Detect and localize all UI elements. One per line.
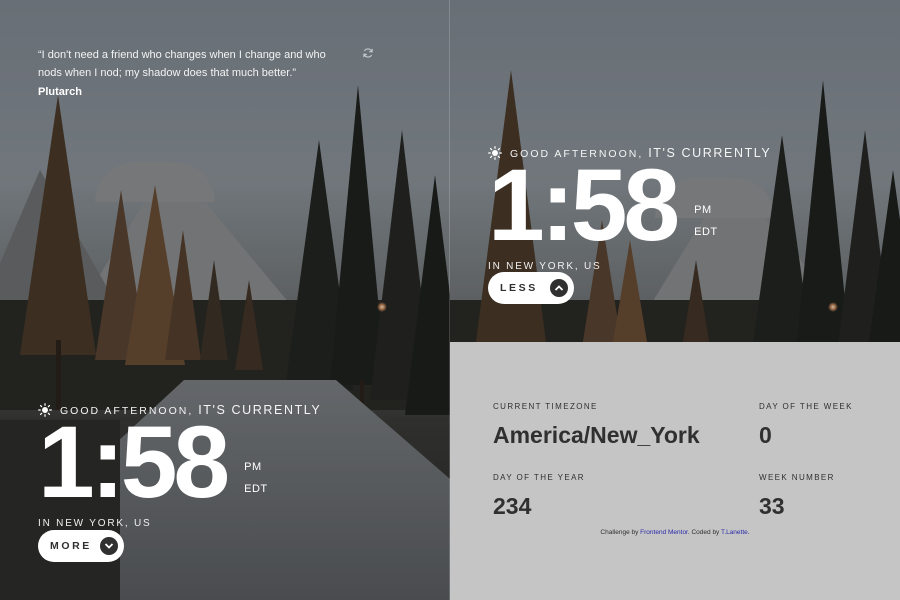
quote-author: Plutarch <box>38 86 83 98</box>
location-text: IN NEW YORK, US <box>38 518 152 529</box>
day-of-year-value: 234 <box>493 493 532 519</box>
timezone-abbr: EDT <box>694 226 718 238</box>
clock-block: GOOD AFTERNOON, IT'S CURRENTLY 1:58 PM E… <box>38 402 321 529</box>
credit-suffix: . <box>747 529 750 536</box>
chevron-up-icon <box>550 279 568 297</box>
day-of-week-value: 0 <box>759 422 772 448</box>
clock-view-expanded: GOOD AFTERNOON, IT'S CURRENTLY 1:58 PM E… <box>450 0 900 600</box>
time-row: 1:58 PM EDT <box>38 405 321 519</box>
author-link[interactable]: T.Lanette <box>721 529 748 536</box>
timezone-abbr: EDT <box>244 483 268 495</box>
more-button-label: MORE <box>50 540 92 552</box>
clock-block: GOOD AFTERNOON, IT'S CURRENTLY 1:58 PM E… <box>488 145 771 272</box>
period-label: PM <box>694 204 712 216</box>
time-row: 1:58 PM EDT <box>488 148 771 262</box>
credit-middle: . Coded by <box>687 529 720 536</box>
location-text: IN NEW YORK, US <box>488 261 602 272</box>
more-button[interactable]: MORE <box>38 530 124 562</box>
less-button-label: LESS <box>500 282 538 294</box>
day-of-year-label: DAY OF THE YEAR <box>493 473 585 482</box>
time-display: 1:58 <box>488 148 680 262</box>
timezone-value: America/New_York <box>493 422 700 448</box>
clock-view-collapsed: “I don't need a friend who changes when … <box>0 0 450 600</box>
frontend-mentor-link[interactable]: Frontend Mentor <box>640 529 688 536</box>
time-meta: PM EDT <box>244 456 268 500</box>
week-number-value: 33 <box>759 493 785 519</box>
chevron-down-icon <box>100 537 118 555</box>
time-display: 1:58 <box>38 405 230 519</box>
quote-block: “I don't need a friend who changes when … <box>38 46 348 98</box>
credit-prefix: Challenge by <box>600 529 639 536</box>
refresh-icon[interactable] <box>362 47 374 59</box>
time-meta: PM EDT <box>694 199 718 243</box>
period-label: PM <box>244 461 262 473</box>
attribution: Challenge by Frontend Mentor. Coded by T… <box>450 529 900 536</box>
day-of-week-label: DAY OF THE WEEK <box>759 402 853 411</box>
less-button[interactable]: LESS <box>488 272 574 304</box>
week-number-label: WEEK NUMBER <box>759 473 835 482</box>
quote-text: “I don't need a friend who changes when … <box>38 49 326 79</box>
details-drawer: CURRENT TIMEZONE America/New_York DAY OF… <box>450 342 900 600</box>
timezone-label: CURRENT TIMEZONE <box>493 402 598 411</box>
